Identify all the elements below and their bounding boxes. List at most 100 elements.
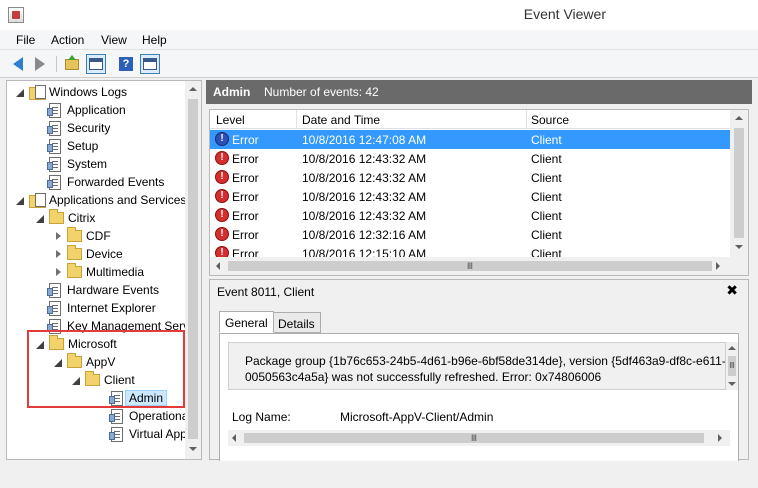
menu-action[interactable]: Action — [51, 33, 84, 47]
log-icon — [47, 138, 61, 154]
cell-source: Client — [531, 152, 562, 166]
cell-level: Error — [232, 133, 259, 147]
tree-item-system[interactable]: System — [47, 155, 107, 173]
collapse-arrow-icon[interactable] — [53, 249, 63, 259]
collapse-arrow-icon[interactable] — [53, 267, 63, 277]
cell-source: Client — [531, 228, 562, 242]
tree-item-multimedia[interactable]: Multimedia — [53, 263, 144, 281]
tree-item-security[interactable]: Security — [47, 119, 110, 137]
log-icon — [109, 426, 123, 442]
cell-date: 10/8/2016 12:43:32 AM — [302, 171, 427, 185]
cell-date: 10/8/2016 12:43:32 AM — [302, 190, 427, 204]
up-folder-icon[interactable] — [62, 54, 82, 74]
description-scrollbar[interactable]: Ⅲ — [726, 342, 738, 390]
collapse-arrow-icon[interactable] — [53, 231, 63, 241]
grid-hscroll-thumb[interactable]: Ⅲ — [228, 261, 712, 271]
log-icon — [47, 300, 61, 316]
column-header-source[interactable]: Source — [531, 113, 569, 127]
table-row[interactable]: ! Error 10/8/2016 12:43:32 AM Client — [210, 206, 730, 225]
log-icon — [47, 120, 61, 136]
tree-item-internet-explorer[interactable]: Internet Explorer — [47, 299, 156, 317]
description-scroll-thumb[interactable]: Ⅲ — [728, 356, 736, 376]
expand-arrow-icon[interactable] — [15, 87, 25, 97]
tree-item-application[interactable]: Application — [47, 101, 126, 119]
scroll-down-arrow-icon[interactable] — [735, 245, 743, 249]
tab-general[interactable]: General — [219, 311, 274, 333]
detail-hscroll-thumb[interactable]: Ⅲ — [244, 433, 704, 443]
table-row[interactable]: ! Error 10/8/2016 12:47:08 AM Client — [210, 130, 730, 149]
scroll-up-arrow-icon[interactable] — [189, 87, 197, 91]
expand-arrow-icon[interactable] — [15, 195, 25, 205]
scroll-down-arrow-icon[interactable] — [189, 447, 197, 451]
folder-icon — [67, 227, 82, 242]
show-console-tree-icon[interactable] — [86, 54, 106, 74]
tree-item-cdf[interactable]: CDF — [53, 227, 111, 245]
error-icon: ! — [215, 170, 229, 184]
cell-source: Client — [531, 190, 562, 204]
tree-item-hardware-events[interactable]: Hardware Events — [47, 281, 159, 299]
cell-level: Error — [232, 171, 259, 185]
annotation-highlight-box — [27, 330, 185, 408]
grid-horizontal-scrollbar[interactable]: Ⅲ — [210, 257, 748, 275]
menu-help[interactable]: Help — [142, 33, 167, 47]
tree-item-citrix[interactable]: Citrix — [35, 209, 95, 227]
error-icon: ! — [215, 189, 229, 203]
close-icon[interactable]: ✖ — [726, 282, 738, 299]
tree-item-windows-logs[interactable]: Windows Logs — [15, 83, 127, 101]
window-title: Event Viewer — [523, 6, 606, 22]
help-icon[interactable]: ? — [116, 54, 136, 74]
menu-view[interactable]: View — [101, 33, 127, 47]
scroll-right-arrow-icon[interactable] — [716, 262, 720, 270]
log-icon — [47, 102, 61, 118]
tab-details[interactable]: Details — [272, 312, 321, 333]
cell-level: Error — [232, 209, 259, 223]
log-icon — [47, 282, 61, 298]
grid-vertical-scrollbar[interactable] — [730, 110, 748, 257]
back-arrow-icon[interactable] — [8, 54, 28, 74]
tree-item-forwarded-events[interactable]: Forwarded Events — [47, 173, 164, 191]
scroll-right-arrow-icon[interactable] — [718, 434, 722, 442]
scroll-left-arrow-icon[interactable] — [216, 262, 220, 270]
general-tab-panel: Package group {1b76c653-24b5-4d61-b96e-6… — [219, 333, 739, 461]
scroll-left-arrow-icon[interactable] — [232, 434, 236, 442]
tree-scroll-thumb[interactable] — [188, 99, 198, 439]
cell-source: Client — [531, 209, 562, 223]
table-row[interactable]: ! Error 10/8/2016 12:43:32 AM Client — [210, 168, 730, 187]
table-row[interactable]: ! Error 10/8/2016 12:43:32 AM Client — [210, 149, 730, 168]
table-row[interactable]: ! Error 10/8/2016 12:32:16 AM Client — [210, 225, 730, 244]
show-action-pane-icon[interactable] — [140, 54, 160, 74]
column-divider[interactable] — [296, 110, 297, 129]
table-row[interactable]: ! Error 10/8/2016 12:43:32 AM Client — [210, 187, 730, 206]
event-description: Package group {1b76c653-24b5-4d61-b96e-6… — [245, 354, 726, 384]
title-bar: Event Viewer — [0, 0, 758, 30]
tree-item-setup[interactable]: Setup — [47, 137, 98, 155]
expand-arrow-icon[interactable] — [35, 213, 45, 223]
scroll-up-arrow-icon[interactable] — [735, 116, 743, 120]
logs-folder-icon — [29, 85, 46, 100]
cell-date: 10/8/2016 12:32:16 AM — [302, 228, 427, 242]
cell-date: 10/8/2016 12:47:08 AM — [302, 133, 427, 147]
column-divider[interactable] — [526, 110, 527, 129]
event-description-box[interactable]: Package group {1b76c653-24b5-4d61-b96e-6… — [228, 342, 726, 390]
column-header-level[interactable]: Level — [216, 113, 245, 127]
tree-item-device[interactable]: Device — [53, 245, 123, 263]
tree-item-applications-and-services[interactable]: Applications and Services — [15, 191, 186, 209]
menu-bar: File Action View Help — [0, 30, 758, 50]
menu-file[interactable]: File — [16, 33, 35, 47]
error-icon: ! — [215, 132, 229, 146]
events-header-title: Admin — [213, 85, 251, 99]
column-header-date-and-time[interactable]: Date and Time — [302, 113, 380, 127]
cell-date: 10/8/2016 12:43:32 AM — [302, 209, 427, 223]
toolbar-separator — [56, 56, 57, 72]
event-detail-pane: Event 8011, Client ✖ General Details Pac… — [209, 279, 749, 461]
scroll-up-arrow-icon[interactable] — [728, 346, 736, 350]
cell-level: Error — [232, 152, 259, 166]
grid-vscroll-thumb[interactable] — [734, 128, 744, 238]
detail-horizontal-scrollbar[interactable]: Ⅲ — [228, 430, 730, 446]
tree-vertical-scrollbar[interactable] — [185, 81, 201, 459]
tree-item-operational[interactable]: Operational — [109, 407, 191, 425]
log-icon — [109, 408, 123, 424]
scroll-down-arrow-icon[interactable] — [728, 382, 736, 386]
events-grid[interactable]: Level Date and Time Source ! Error 10/8/… — [209, 109, 749, 276]
forward-arrow-icon[interactable] — [30, 54, 50, 74]
